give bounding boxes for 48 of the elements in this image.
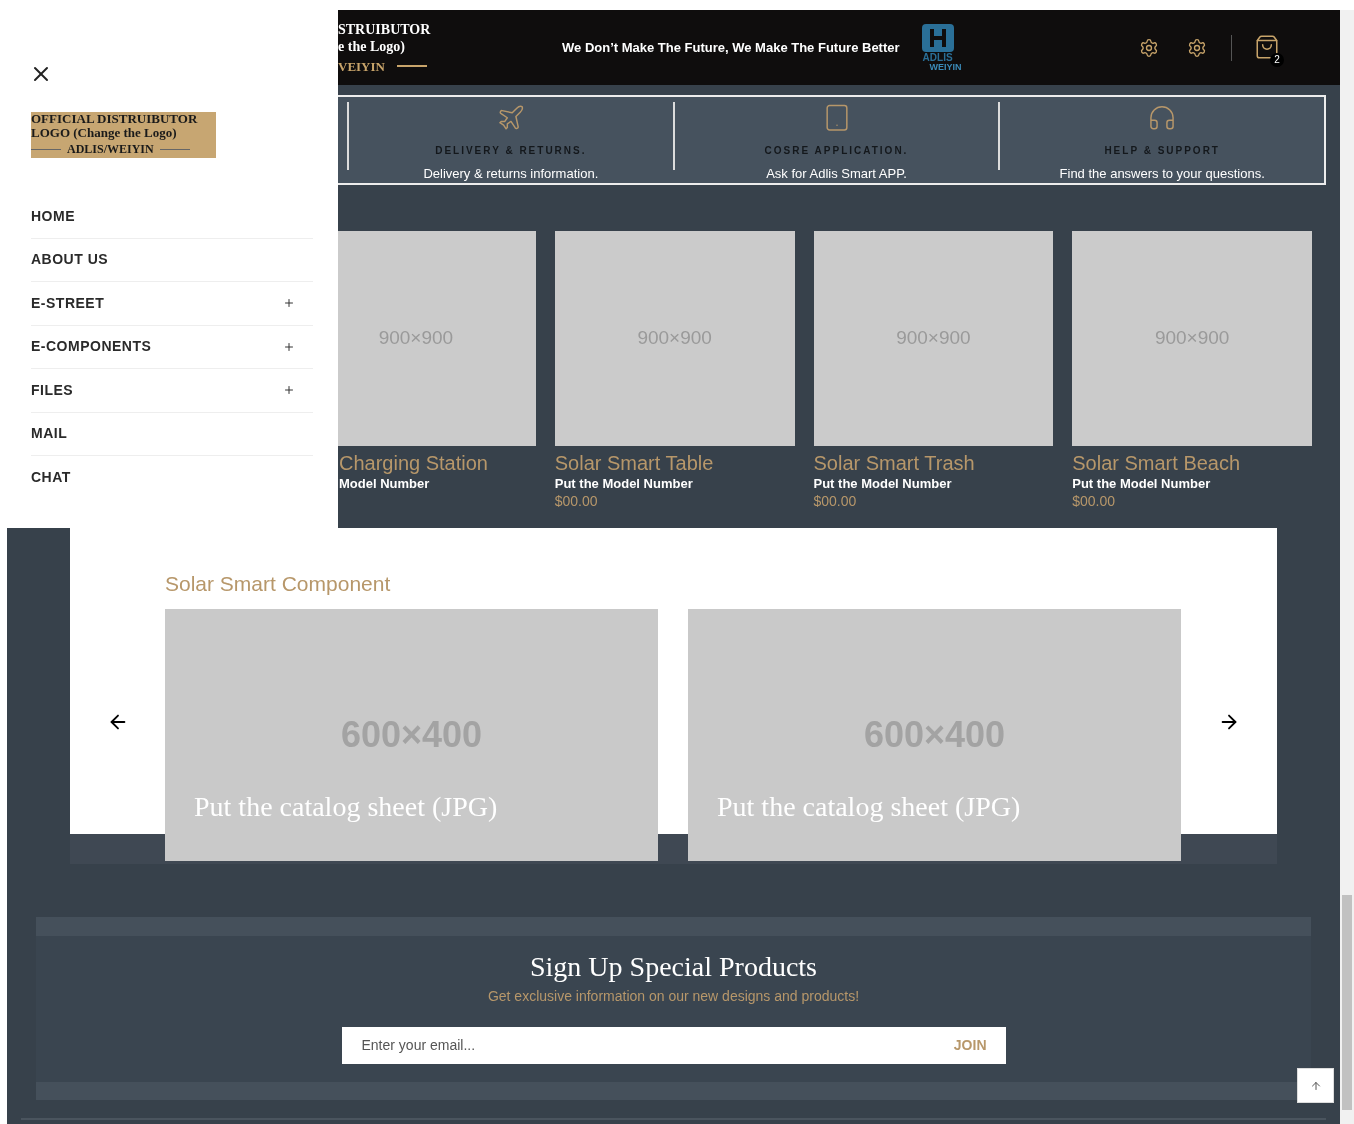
logo-text: ADLIS/WEIYIN <box>67 142 154 156</box>
arrow-up-icon <box>1309 1079 1322 1092</box>
bag-icon <box>1254 32 1280 61</box>
product-price: $00.00 <box>813 492 858 510</box>
signup-subtitle: Get exclusive information on our new designs and products! <box>487 987 860 1006</box>
join-button[interactable]: JOIN <box>953 1035 987 1056</box>
settings-icon[interactable] <box>1139 37 1159 58</box>
menu-item[interactable]: FILES <box>31 379 74 401</box>
logo-text: e the Logo) <box>338 37 406 55</box>
feature-title: COSRE APPLICATION. <box>764 143 909 158</box>
signup-title: Sign Up Special Products <box>530 950 817 984</box>
product-model: Put the Model Number <box>813 475 953 492</box>
menu-item[interactable]: HOME <box>31 205 75 227</box>
product-title[interactable]: Solar Smart Beach <box>1072 451 1312 475</box>
logo-text: LOGO (Change the Logo) <box>31 126 178 140</box>
settings-icon[interactable] <box>1187 37 1207 58</box>
product-price: $00.00 <box>1072 492 1117 510</box>
logo-text: OFFICIAL DISTRUIBUTOR <box>31 112 199 126</box>
expand-icon[interactable] <box>283 384 295 397</box>
drawer-logo[interactable]: OFFICIAL DISTRUIBUTOR LOGO (Change the Logo) ADLIS/WEIYIN <box>31 112 216 158</box>
brand-mark-icon <box>920 23 955 53</box>
expand-icon[interactable] <box>283 297 295 310</box>
product-title[interactable]: Solar Smart Trash <box>813 451 1054 475</box>
menu-item[interactable]: ABOUT US <box>31 249 109 271</box>
feature-text: Ask for Adlis Smart APP. <box>766 164 907 183</box>
email-field[interactable]: Enter your email... JOIN <box>341 1027 1006 1064</box>
tagline: We Don’t Make The Future, We Make The Future Better <box>562 38 900 57</box>
logo-text: STRUIBUTOR <box>338 20 432 38</box>
product-title[interactable]: Charging Station <box>339 451 536 475</box>
product-model: Put the Model Number <box>1072 475 1212 492</box>
product-price: $00.00 <box>554 492 599 510</box>
feature-title: HELP & SUPPORT <box>1104 143 1220 158</box>
product-title[interactable]: Solar Smart Table <box>554 451 795 475</box>
product-model: Put the Model Number <box>554 475 694 492</box>
feature-text: Find the answers to your questions. <box>1059 164 1265 183</box>
brand-text: WEIYIN <box>929 63 962 72</box>
feature-text: Delivery & returns information. <box>423 164 599 183</box>
feature-title: DELIVERY & RETURNS. <box>435 143 587 158</box>
menu-item[interactable]: CHAT <box>31 467 71 489</box>
section-title: Solar Smart Component <box>165 572 391 595</box>
expand-icon[interactable] <box>283 340 295 353</box>
cart-count-badge: 2 <box>1270 52 1284 67</box>
menu-item[interactable]: E-COMPONENTS <box>31 336 152 358</box>
menu-item[interactable]: E-STREET <box>31 292 105 314</box>
menu-item[interactable]: MAIL <box>31 423 68 445</box>
product-model: Model Number <box>339 475 431 492</box>
logo-text: VEIYIN <box>338 57 385 75</box>
brand-text: ADLIS <box>922 53 953 63</box>
